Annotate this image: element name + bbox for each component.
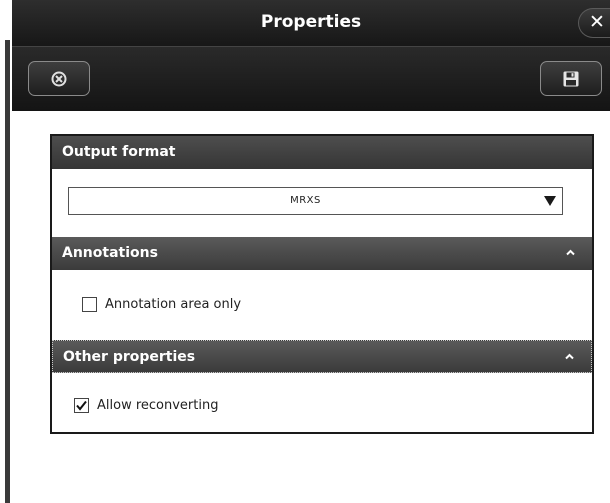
close-button[interactable]: ✕ [578,8,610,38]
toolbar [12,47,610,111]
properties-dialog: Properties ✕ Output format MRXS Annotati… [12,0,610,503]
close-icon: ✕ [589,11,605,33]
annotations-title: Annotations [62,245,158,261]
dropdown-arrow-icon [544,196,556,206]
output-format-value: MRXS [290,195,321,206]
output-format-select[interactable]: MRXS [68,187,563,215]
annotation-area-only-option[interactable]: Annotation area only [82,297,241,312]
allow-reconverting-checkbox[interactable] [74,398,89,413]
floppy-disk-icon [563,71,579,86]
chevron-up-icon [565,353,574,360]
parent-window-edge [0,0,12,503]
title-bar: Properties ✕ [12,0,610,47]
output-format-header: Output format [52,136,592,169]
other-properties-header[interactable]: Other properties [52,340,592,373]
annotation-area-only-label: Annotation area only [105,297,242,312]
dialog-title: Properties [260,12,362,32]
properties-panel: Output format MRXS Annotations Annotatio… [50,134,594,434]
checkmark-icon [76,400,87,411]
reset-button[interactable] [28,61,90,96]
allow-reconverting-option[interactable]: Allow reconverting [74,398,218,413]
annotations-header[interactable]: Annotations [52,237,592,270]
annotation-area-only-checkbox[interactable] [82,297,97,312]
reset-icon [51,71,67,86]
output-format-title: Output format [62,144,176,160]
save-button[interactable] [540,61,602,96]
allow-reconverting-label: Allow reconverting [97,398,219,413]
chevron-up-icon [566,249,575,256]
other-properties-title: Other properties [63,349,196,365]
